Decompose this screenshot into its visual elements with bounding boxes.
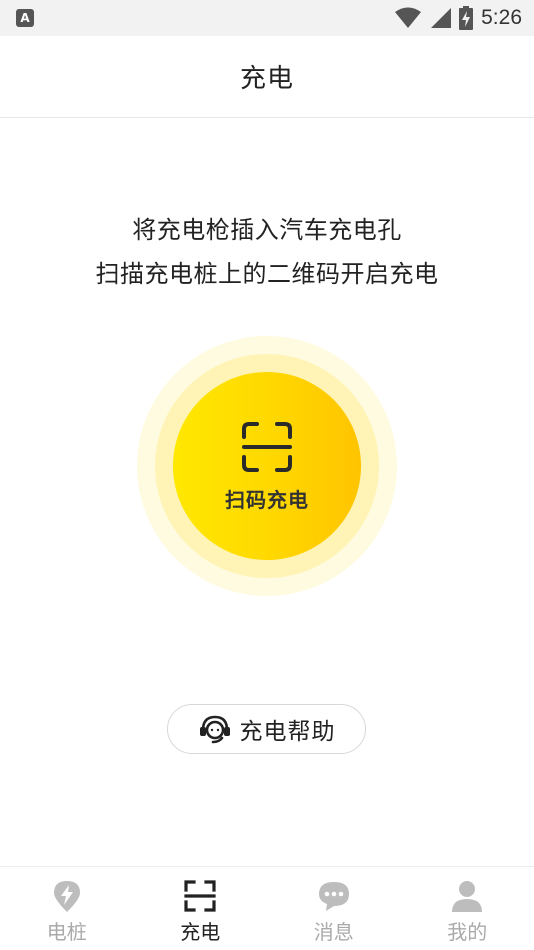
nav-label-messages: 消息 <box>313 920 354 944</box>
bottom-nav: 电桩 充电 消息 我的 <box>0 866 534 950</box>
nav-label-profile: 我的 <box>447 920 488 944</box>
app-header: 充电 <box>0 36 534 118</box>
scan-icon <box>184 880 216 912</box>
nav-label-charge: 充电 <box>180 920 221 944</box>
nav-item-profile[interactable]: 我的 <box>401 867 534 950</box>
lightning-pin-icon <box>53 881 80 912</box>
notification-icon: A <box>16 9 34 27</box>
headset-icon <box>199 715 230 744</box>
instructions: 将充电枪插入汽车充电孔 扫描充电桩上的二维码开启充电 <box>0 208 534 296</box>
scan-icon <box>242 421 292 472</box>
battery-charging-icon <box>459 6 474 30</box>
nav-item-messages[interactable]: 消息 <box>267 867 401 950</box>
instruction-line-2: 扫描充电桩上的二维码开启充电 <box>95 260 439 288</box>
charge-help-button[interactable]: 充电帮助 <box>167 704 366 754</box>
charge-help-label: 充电帮助 <box>239 719 336 745</box>
nav-item-charge[interactable]: 充电 <box>134 867 268 950</box>
status-time: 5:26 <box>481 6 522 29</box>
page-title: 充电 <box>239 64 294 94</box>
instruction-line-1: 将充电枪插入汽车充电孔 <box>132 216 402 244</box>
status-bar: A 5:26 <box>0 0 534 36</box>
nav-label-stations: 电桩 <box>46 920 87 944</box>
chat-bubble-icon <box>318 882 349 911</box>
wifi-icon <box>395 7 422 28</box>
scan-charge-button[interactable]: 扫码充电 <box>173 372 361 560</box>
nav-item-stations[interactable]: 电桩 <box>0 867 134 950</box>
user-icon <box>452 881 483 912</box>
signal-icon <box>431 8 452 28</box>
scan-charge-label: 扫码充电 <box>225 487 309 512</box>
